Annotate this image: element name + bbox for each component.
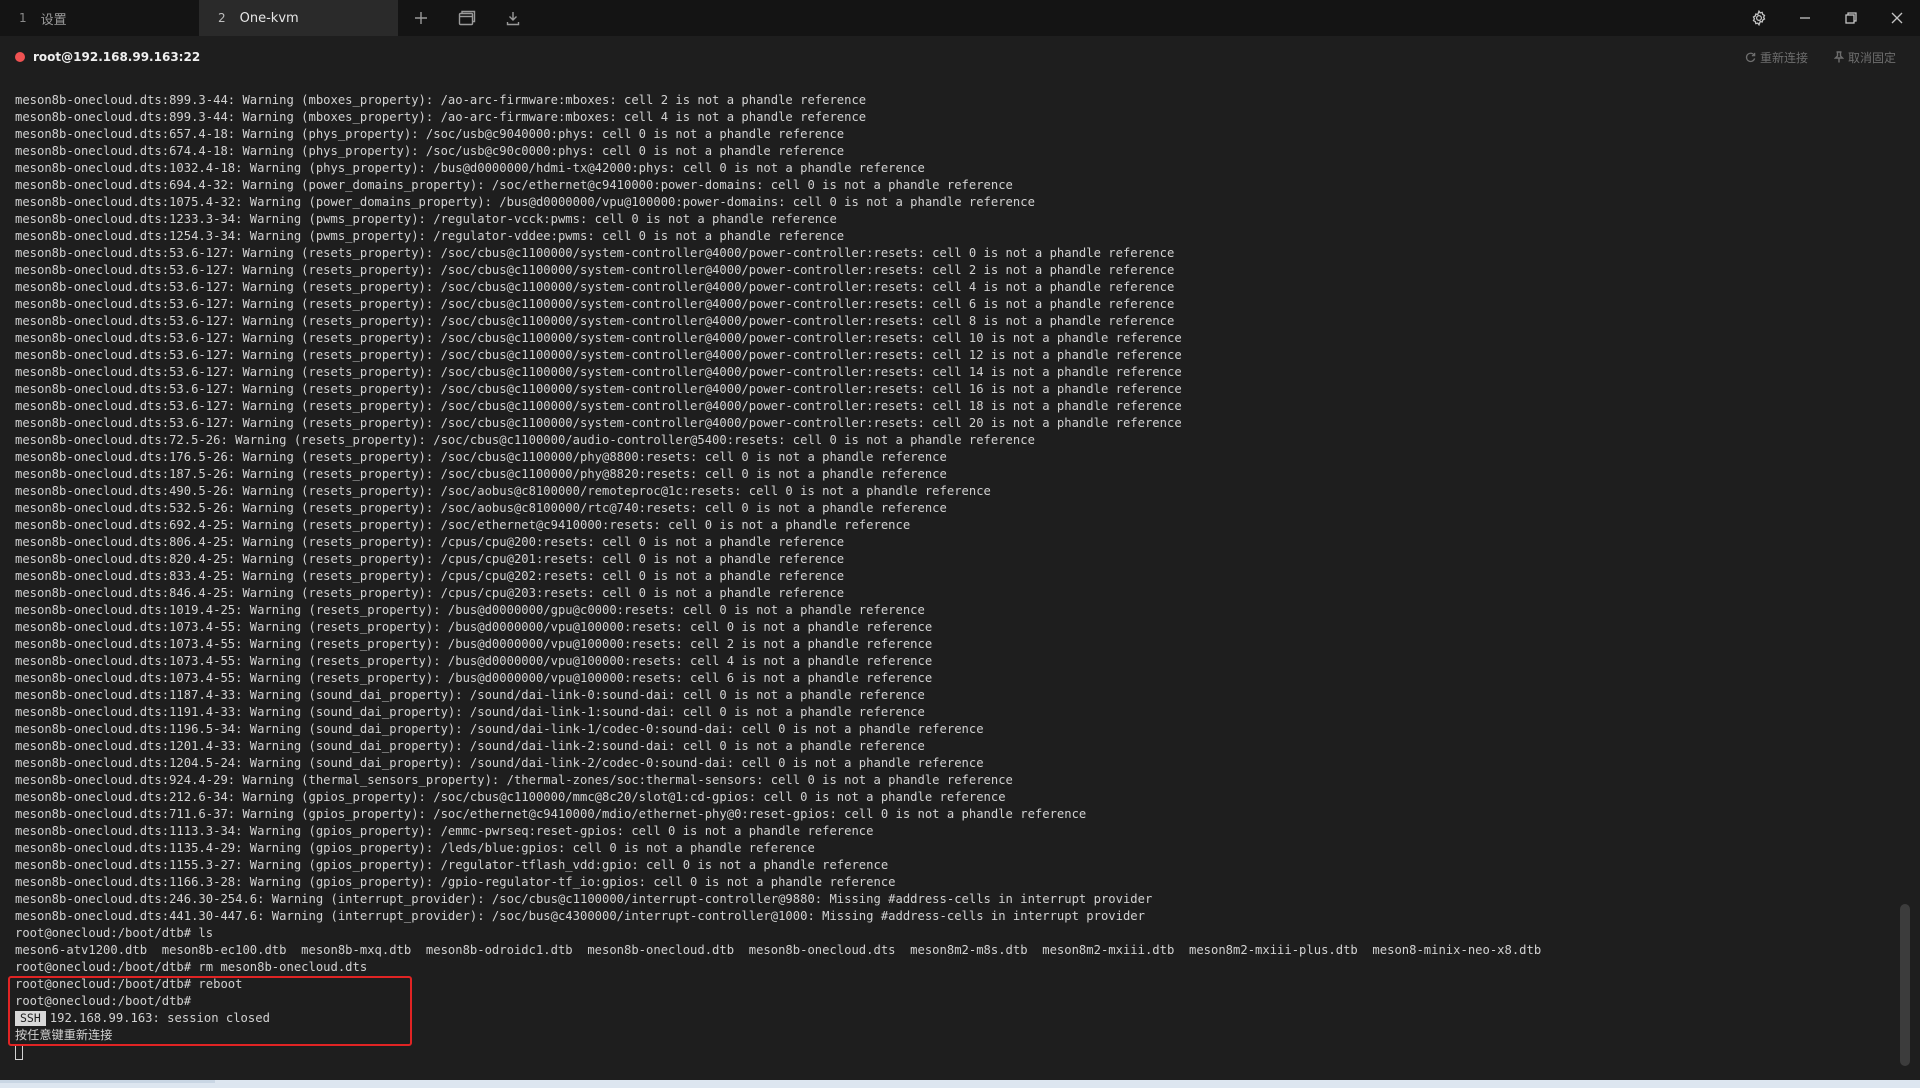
terminal-line: meson8b-onecloud.dts:924.4-29: Warning (… [15, 773, 1013, 787]
terminal-line: meson8b-onecloud.dts:53.6-127: Warning (… [15, 348, 1182, 362]
terminal-line: meson8b-onecloud.dts:246.30-254.6: Warni… [15, 892, 1153, 906]
session-actions: 重新连接 取消固定 [1745, 49, 1896, 66]
terminal-line: meson8b-onecloud.dts:846.4-25: Warning (… [15, 586, 845, 600]
terminal-line: meson8b-onecloud.dts:1073.4-55: Warning … [15, 654, 933, 668]
terminal-line: meson8b-onecloud.dts:694.4-32: Warning (… [15, 178, 1013, 192]
new-tab-button[interactable] [398, 0, 444, 36]
terminal-line: meson8b-onecloud.dts:1073.4-55: Warning … [15, 620, 933, 634]
tab-one-kvm[interactable]: 2 One-kvm [199, 0, 398, 36]
terminal-output: meson8b-onecloud.dts:899.3-44: Warning (… [15, 92, 1541, 1061]
terminal-line: meson8b-onecloud.dts:1254.3-34: Warning … [15, 229, 845, 243]
connection-status-dot [15, 52, 25, 62]
terminal-line: meson8b-onecloud.dts:1073.4-55: Warning … [15, 671, 933, 685]
plus-icon [415, 12, 427, 24]
terminal-line: meson8b-onecloud.dts:53.6-127: Warning (… [15, 399, 1182, 413]
unpin-button[interactable]: 取消固定 [1833, 49, 1896, 66]
terminal-line: meson8b-onecloud.dts:1191.4-33: Warning … [15, 705, 925, 719]
terminal-line: meson8b-onecloud.dts:674.4-18: Warning (… [15, 144, 845, 158]
cursor-line [15, 1044, 1541, 1061]
terminal-line: meson8b-onecloud.dts:53.6-127: Warning (… [15, 382, 1182, 396]
session-closed-line: SSH 192.168.99.163: session closed [15, 1010, 1541, 1027]
terminal-line: meson8b-onecloud.dts:1204.5-24: Warning … [15, 756, 984, 770]
terminal-line: root@onecloud:/boot/dtb# rm meson8b-onec… [15, 960, 368, 974]
window-button[interactable] [444, 0, 490, 36]
terminal-line: meson8b-onecloud.dts:692.4-25: Warning (… [15, 518, 911, 532]
reconnect-label: 重新连接 [1759, 50, 1808, 65]
terminal-line: meson8b-onecloud.dts:1196.5-34: Warning … [15, 722, 984, 736]
terminal-line: meson6-atv1200.dtb meson8b-ec100.dtb mes… [15, 943, 1542, 957]
ssh-badge: SSH [15, 1011, 46, 1026]
session-header: root@192.168.99.163:22 重新连接 取消固定 [0, 36, 1920, 78]
download-button[interactable] [490, 0, 536, 36]
terminal-view[interactable]: meson8b-onecloud.dts:899.3-44: Warning (… [0, 78, 1920, 1080]
settings-button[interactable] [1736, 0, 1782, 36]
scrollbar-thumb[interactable] [1900, 904, 1910, 1066]
terminal-line: meson8b-onecloud.dts:1233.3-34: Warning … [15, 212, 837, 226]
terminal-line: meson8b-onecloud.dts:899.3-44: Warning (… [15, 93, 867, 107]
tab-bar: 1 设置 2 One-kvm [0, 0, 1920, 36]
terminal-line: meson8b-onecloud.dts:820.4-25: Warning (… [15, 552, 845, 566]
close-icon [1891, 12, 1903, 24]
close-button[interactable] [1874, 0, 1920, 36]
unpin-label: 取消固定 [1847, 50, 1896, 65]
terminal-line: meson8b-onecloud.dts:53.6-127: Warning (… [15, 263, 1175, 277]
terminal-line: meson8b-onecloud.dts:490.5-26: Warning (… [15, 484, 991, 498]
taskbar-indicator [0, 1080, 215, 1083]
terminal-line: meson8b-onecloud.dts:1073.4-55: Warning … [15, 637, 933, 651]
tab-number: 1 [19, 11, 27, 25]
terminal-line: meson8b-onecloud.dts:212.6-34: Warning (… [15, 790, 1006, 804]
terminal-line: meson8b-onecloud.dts:1032.4-18: Warning … [15, 161, 925, 175]
reconnect-button[interactable]: 重新连接 [1745, 49, 1808, 66]
terminal-line: meson8b-onecloud.dts:176.5-26: Warning (… [15, 450, 947, 464]
terminal-line: root@onecloud:/boot/dtb# reboot [15, 977, 243, 991]
terminal-line: meson8b-onecloud.dts:1019.4-25: Warning … [15, 603, 925, 617]
terminal-line: meson8b-onecloud.dts:1187.4-33: Warning … [15, 688, 925, 702]
terminal-line: meson8b-onecloud.dts:441.30-447.6: Warni… [15, 909, 1145, 923]
terminal-line: meson8b-onecloud.dts:53.6-127: Warning (… [15, 246, 1175, 260]
terminal-scrollbar[interactable] [1900, 78, 1910, 1080]
terminal-line: meson8b-onecloud.dts:806.4-25: Warning (… [15, 535, 845, 549]
terminal-line: meson8b-onecloud.dts:1113.3-34: Warning … [15, 824, 874, 838]
download-icon [506, 11, 520, 25]
terminal-line: meson8b-onecloud.dts:833.4-25: Warning (… [15, 569, 845, 583]
terminal-line: meson8b-onecloud.dts:53.6-127: Warning (… [15, 280, 1175, 294]
session-host: root@192.168.99.163:22 [33, 50, 201, 64]
tab-label: One-kvm [239, 10, 299, 26]
terminal-line: root@onecloud:/boot/dtb# [15, 994, 192, 1008]
terminal-line: meson8b-onecloud.dts:711.6-37: Warning (… [15, 807, 1087, 821]
session-closed-text: 192.168.99.163: session closed [49, 1011, 270, 1025]
terminal-line: meson8b-onecloud.dts:1166.3-28: Warning … [15, 875, 896, 889]
taskbar-strip [0, 1080, 1920, 1088]
terminal-line: meson8b-onecloud.dts:53.6-127: Warning (… [15, 365, 1182, 379]
window-controls [1736, 0, 1920, 36]
terminal-line: meson8b-onecloud.dts:53.6-127: Warning (… [15, 331, 1182, 345]
terminal-line: root@onecloud:/boot/dtb# ls [15, 926, 214, 940]
pin-icon [1833, 51, 1844, 63]
restore-icon [1845, 12, 1857, 24]
terminal-line: meson8b-onecloud.dts:1135.4-29: Warning … [15, 841, 815, 855]
terminal-line: meson8b-onecloud.dts:53.6-127: Warning (… [15, 416, 1182, 430]
terminal-line: meson8b-onecloud.dts:53.6-127: Warning (… [15, 314, 1175, 328]
terminal-cursor [15, 1045, 23, 1060]
refresh-icon [1745, 52, 1756, 62]
minimize-button[interactable] [1782, 0, 1828, 36]
terminal-line: meson8b-onecloud.dts:187.5-26: Warning (… [15, 467, 947, 481]
terminal-line: meson8b-onecloud.dts:1075.4-32: Warning … [15, 195, 1035, 209]
terminal-line: meson8b-onecloud.dts:53.6-127: Warning (… [15, 297, 1175, 311]
terminal-line: meson8b-onecloud.dts:532.5-26: Warning (… [15, 501, 947, 515]
tab-label: 设置 [40, 12, 67, 28]
terminal-line: meson8b-onecloud.dts:657.4-18: Warning (… [15, 127, 845, 141]
gear-icon [1752, 10, 1766, 26]
terminal-line: meson8b-onecloud.dts:1155.3-27: Warning … [15, 858, 889, 872]
terminal-line: meson8b-onecloud.dts:1201.4-33: Warning … [15, 739, 925, 753]
restore-button[interactable] [1828, 0, 1874, 36]
tab-number: 2 [218, 11, 226, 25]
window-icon [458, 10, 476, 26]
tab-settings[interactable]: 1 设置 [0, 0, 199, 36]
minimize-icon [1800, 17, 1810, 19]
terminal-line: meson8b-onecloud.dts:72.5-26: Warning (r… [15, 433, 1035, 447]
terminal-line: meson8b-onecloud.dts:899.3-44: Warning (… [15, 110, 867, 124]
reconnect-prompt: 按任意键重新连接 [15, 1028, 113, 1042]
